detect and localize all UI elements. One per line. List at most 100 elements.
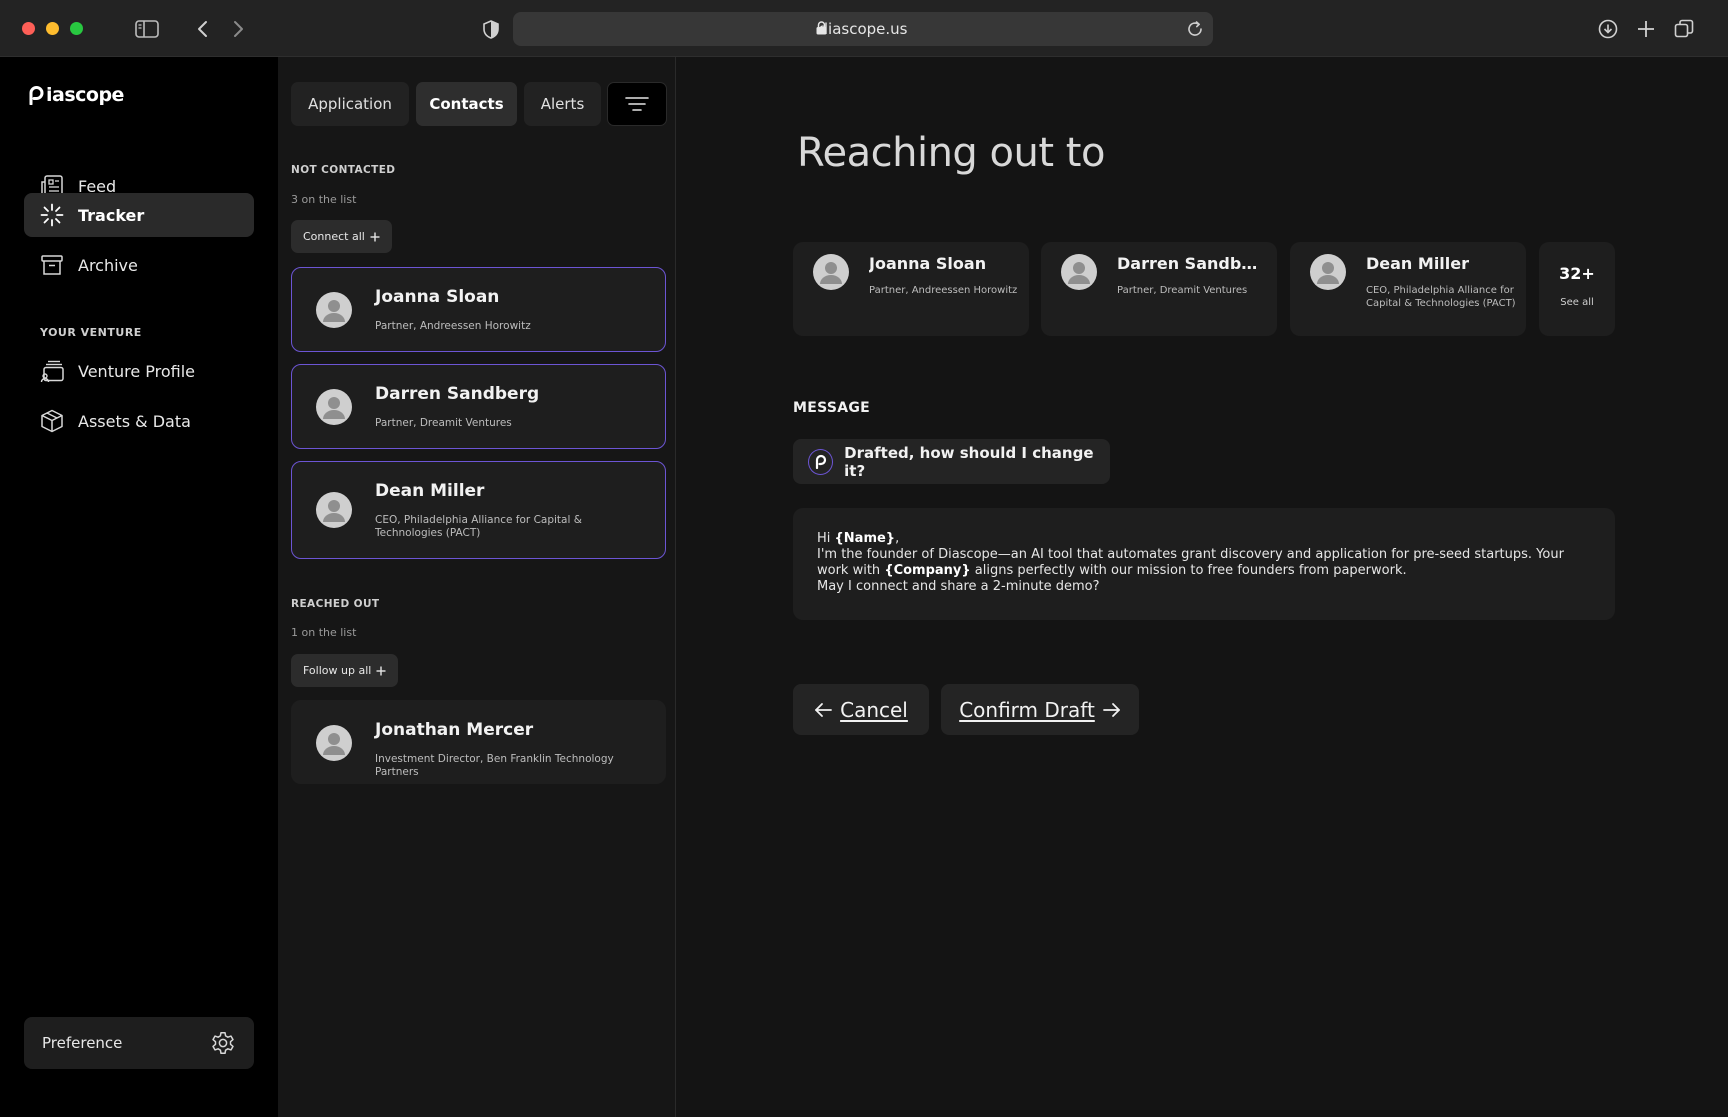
recipient-name: Dean Miller [1366,254,1470,273]
archive-box-icon [40,253,64,277]
more-recipients-count: 32+ [1559,264,1595,283]
contact-role: CEO, Philadelphia Alliance for Capital &… [375,514,582,539]
draft-prompt-text: Drafted, how should I change it? [844,443,1094,480]
recipient-card[interactable]: Darren Sandberg Partner, Dreamit Venture… [1041,242,1277,336]
plus-icon [370,232,380,242]
plus-icon [376,666,386,676]
name-token: {Name} [834,531,896,546]
message-body-line: I'm the founder of Diascope—an AI tool t… [817,547,1564,578]
avatar [1061,254,1097,290]
contact-role: Partner, Andreessen Horowitz [375,320,531,332]
recipient-name: Darren Sandberg [1117,254,1267,273]
not-contacted-count: 3 on the list [291,193,357,206]
url-text: diascope.us [818,20,908,38]
avatar [813,254,849,290]
diascope-logo[interactable]: iascope [27,84,124,106]
gear-icon[interactable] [210,1030,236,1056]
recipient-role: Partner, Dreamit Ventures [1117,285,1248,296]
confirm-draft-button[interactable]: Confirm Draft [941,684,1139,735]
person-icon [323,300,345,322]
page-title: Reaching out to [797,130,1105,176]
message-draft-textarea[interactable]: Hi {Name}, I'm the founder of Diascope—a… [793,508,1615,620]
loader-icon [40,203,64,227]
profile-stack-icon [40,359,64,383]
connect-all-button[interactable]: Connect all [291,220,392,253]
outreach-panel: Reaching out to Joanna Sloan Partner, An… [677,57,1728,1117]
sidebar-item-assets-data[interactable]: Assets & Data [24,399,254,443]
preference-label: Preference [42,1034,123,1052]
section-label-your-venture: YOUR VENTURE [40,326,142,339]
message-greeting-line: Hi {Name}, [817,531,900,546]
not-contacted-label: NOT CONTACTED [291,164,396,176]
diascope-assistant-icon [808,448,834,475]
cancel-label: Cancel [840,697,908,722]
forward-arrow-icon[interactable] [227,17,251,41]
minimize-window-button[interactable] [46,22,59,35]
lock-icon [816,21,827,35]
avatar [316,389,352,425]
logo-text: iascope [46,84,124,106]
message-label: MESSAGE [793,400,871,416]
contact-card[interactable]: Dean Miller CEO, Philadelphia Alliance f… [291,461,666,559]
arrow-left-icon [815,702,833,717]
avatar [316,725,352,761]
reload-icon[interactable] [1183,17,1207,41]
cancel-button[interactable]: Cancel [793,684,929,735]
sidebar-item-archive[interactable]: Archive [24,243,254,287]
person-icon [323,397,345,419]
avatar [316,292,352,328]
contact-card[interactable]: Jonathan Mercer Investment Director, Ben… [291,700,666,784]
recipient-card[interactable]: Dean Miller CEO, Philadelphia Alliance f… [1290,242,1526,336]
contact-name: Dean Miller [375,481,485,501]
contact-card[interactable]: Joanna Sloan Partner, Andreessen Horowit… [291,267,666,352]
diascope-logo-mark-icon [29,86,44,105]
sidebar-item-label: Tracker [78,205,145,225]
recipient-card[interactable]: Joanna Sloan Partner, Andreessen Horowit… [793,242,1029,336]
tab-overview-icon[interactable] [1672,17,1696,41]
contact-role: Partner, Dreamit Ventures [375,417,512,429]
recipient-role: Partner, Andreessen Horowitz [869,285,1018,296]
see-all-link: See all [1560,297,1594,308]
person-icon [1317,262,1339,284]
reached-out-label: REACHED OUT [291,598,380,610]
see-all-recipients-button[interactable]: 32+ See all [1539,242,1615,336]
download-icon[interactable] [1596,17,1620,41]
sidebar-item-tracker[interactable]: Tracker [24,193,254,237]
sidebar-item-venture-profile[interactable]: Venture Profile [24,349,254,393]
arrow-right-icon [1102,702,1120,717]
privacy-shield-icon[interactable] [479,17,503,41]
contact-card[interactable]: Darren Sandberg Partner, Dreamit Venture… [291,364,666,449]
person-icon [1068,262,1090,284]
sidebar-toggle-icon[interactable] [134,17,160,41]
person-icon [820,262,842,284]
person-icon [323,733,345,755]
contact-name: Jonathan Mercer [375,720,534,740]
filter-lines-icon [625,96,649,112]
contact-role: Investment Director, Ben Franklin Techno… [375,753,614,778]
recipient-role: CEO, Philadelphia Alliance for Capital &… [1366,285,1516,309]
tab-application[interactable]: Application [291,82,409,126]
new-tab-icon[interactable] [1634,17,1658,41]
avatar [1310,254,1346,290]
back-arrow-icon[interactable] [190,17,214,41]
recipient-name: Joanna Sloan [869,254,987,273]
cube-icon [40,409,64,433]
address-bar[interactable]: diascope.us [513,12,1213,46]
close-window-button[interactable] [22,22,35,35]
follow-up-all-button[interactable]: Follow up all [291,654,399,687]
filter-button[interactable] [607,82,667,126]
preference-button[interactable]: Preference [24,1017,254,1069]
avatar [316,492,352,528]
sidebar-item-label: Venture Profile [78,361,196,381]
contact-name: Joanna Sloan [375,287,500,307]
maximize-window-button[interactable] [70,22,83,35]
person-icon [323,500,345,522]
draft-prompt-button[interactable]: Drafted, how should I change it? [793,439,1110,484]
reached-out-count: 1 on the list [291,626,357,639]
sidebar-item-label: Assets & Data [78,411,191,431]
message-closing-line: May I connect and share a 2-minute demo? [817,579,1100,594]
tab-contacts[interactable]: Contacts [416,82,517,126]
browser-toolbar: diascope.us [0,0,1728,57]
tab-alerts[interactable]: Alerts [524,82,601,126]
contact-name: Darren Sandberg [375,384,540,404]
